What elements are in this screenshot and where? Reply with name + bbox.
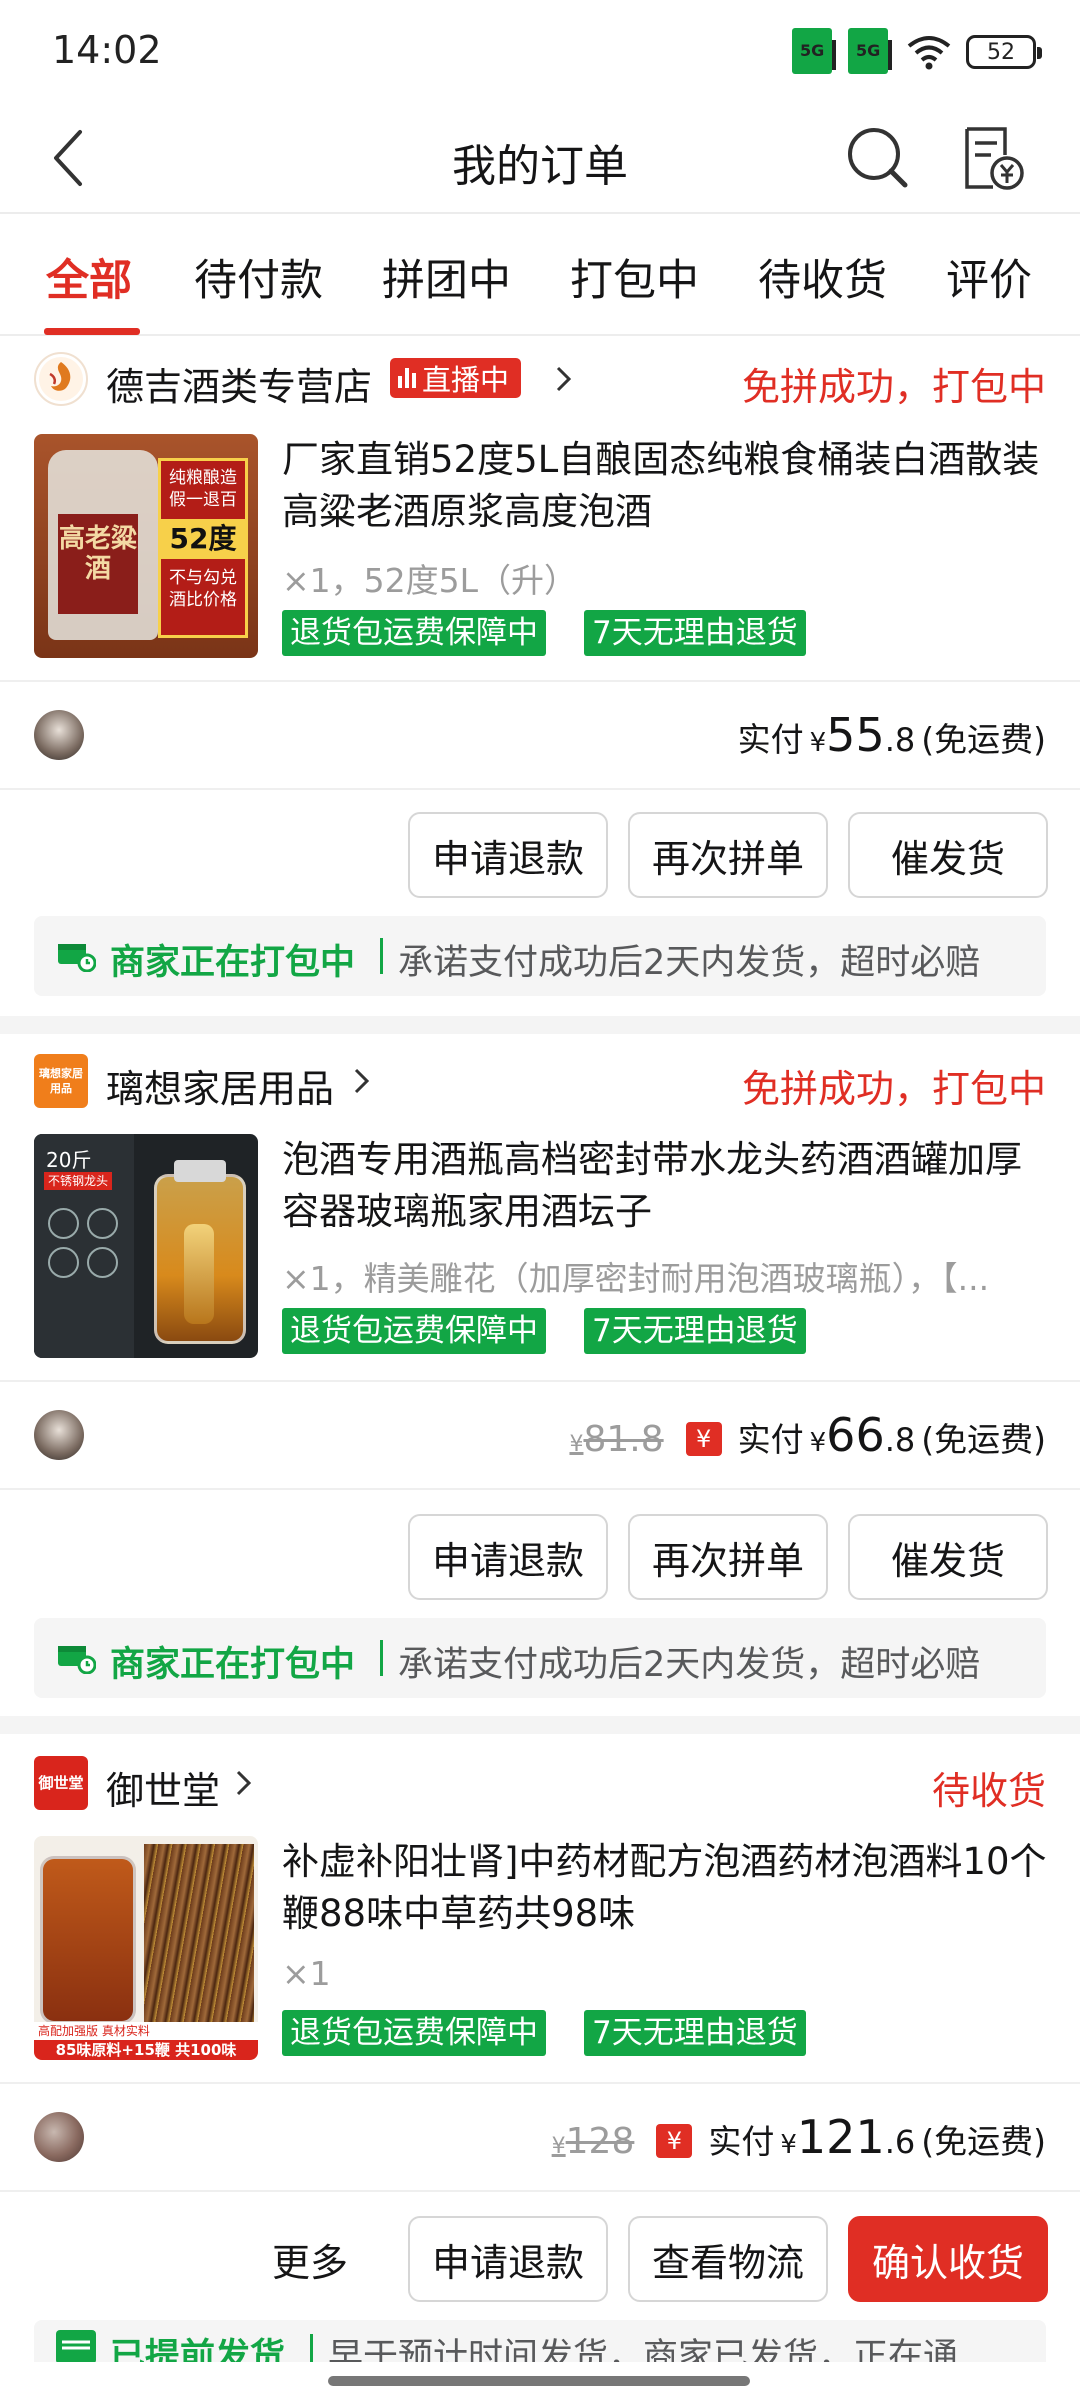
confirm-receipt-button[interactable]: 确认收货 <box>848 2216 1048 2302</box>
tab-review[interactable]: 评价 <box>946 246 1032 308</box>
urge-shipping-button[interactable]: 催发货 <box>848 812 1048 898</box>
active-tab-indicator <box>44 328 140 335</box>
paid-amount: ¥81.8 ¥ 实付 ¥ 66 .8 (免运费) <box>569 1408 1046 1462</box>
product-title[interactable]: 补虚补阳壮肾]中药材配方泡酒药材泡酒料10个鞭88味中草药共98味 <box>282 1836 1050 1940</box>
paid-amount: 实付 ¥ 55 .8 (免运费) <box>737 708 1046 762</box>
tab-pending-payment[interactable]: 待付款 <box>194 246 323 308</box>
seven-day-return-tag: 7天无理由退货 <box>584 2010 806 2056</box>
avatar <box>34 710 84 760</box>
avatar <box>34 1410 84 1460</box>
more-link[interactable]: 更多 <box>272 2232 348 2287</box>
product-image[interactable]: 20斤 不锈钢龙头 <box>34 1134 258 1358</box>
order-card: 璃想家居用品 璃想家居用品 免拼成功，打包中 20斤 不锈钢龙头 泡酒专用酒瓶高… <box>0 1040 1080 1720</box>
reorder-button[interactable]: 再次拼单 <box>628 1514 828 1600</box>
order-tabs: 全部 待付款 拼团中 打包中 待收货 评价 <box>0 216 1080 336</box>
original-price: ¥128 <box>551 2121 635 2162</box>
shop-logo: 御世堂 <box>34 1756 88 1810</box>
return-shipping-tag: 退货包运费保障中 <box>282 1308 546 1354</box>
shipping-notice[interactable]: 商家正在打包中 承诺支付成功后2天内发货，超时必赔 <box>34 1618 1046 1698</box>
product-spec: ×1，52度5L（升） <box>282 561 578 600</box>
shop-header[interactable]: 御世堂 御世堂 待收货 <box>0 1742 1080 1830</box>
seven-day-return-tag: 7天无理由退货 <box>584 1308 806 1354</box>
product-spec: ×1，精美雕花（加厚密封耐用泡酒玻璃瓶），【... <box>282 1259 990 1298</box>
bill-button[interactable] <box>952 118 1032 198</box>
shop-name: 御世堂 <box>106 1769 221 1813</box>
live-badge: 直播中 <box>390 358 522 398</box>
battery-icon: 52 <box>966 35 1042 69</box>
home-indicator[interactable] <box>328 2376 750 2386</box>
seven-day-return-tag: 7天无理由退货 <box>584 610 806 656</box>
tab-packing[interactable]: 打包中 <box>570 246 699 308</box>
search-button[interactable] <box>838 118 918 198</box>
truck-clock-icon <box>58 1646 96 1674</box>
chevron-right-icon <box>556 366 572 392</box>
tab-group-buying[interactable]: 拼团中 <box>382 246 511 308</box>
request-refund-button[interactable]: 申请退款 <box>408 812 608 898</box>
paid-amount: ¥128 ¥ 实付 ¥ 121 .6 (免运费) <box>551 2110 1046 2164</box>
truck-clock-icon <box>58 944 96 972</box>
shop-header[interactable]: 璃想家居用品 璃想家居用品 免拼成功，打包中 <box>0 1040 1080 1128</box>
order-status: 免拼成功，打包中 <box>741 365 1046 409</box>
product-spec: ×1 <box>282 1954 331 1993</box>
chevron-right-icon <box>354 1068 370 1094</box>
request-refund-button[interactable]: 申请退款 <box>408 1514 608 1600</box>
wifi-icon <box>907 36 951 70</box>
order-card: 御世堂 御世堂 待收货 高配加强版 真材实料 85味原料+15鞭 共100味 补… <box>0 1742 1080 2362</box>
payment-row: 实付 ¥ 55 .8 (免运费) <box>0 680 1080 790</box>
reorder-button[interactable]: 再次拼单 <box>628 812 828 898</box>
signal-icon: 5G <box>848 28 892 74</box>
request-refund-button[interactable]: 申请退款 <box>408 2216 608 2302</box>
page-title: 我的订单 <box>452 141 628 192</box>
status-time: 14:02 <box>52 28 162 72</box>
chevron-right-icon <box>236 1770 252 1796</box>
product-image[interactable]: 高配加强版 真材实料 85味原料+15鞭 共100味 <box>34 1836 258 2060</box>
original-price: ¥81.8 <box>569 1419 664 1460</box>
product-title[interactable]: 厂家直销52度5L自酿固态纯粮食桶装白酒散装高粱老酒原浆高度泡酒 <box>282 434 1050 538</box>
product-title[interactable]: 泡酒专用酒瓶高档密封带水龙头药酒酒罐加厚容器玻璃瓶家用酒坛子 <box>282 1134 1050 1238</box>
coupon-icon: ¥ <box>656 2124 693 2158</box>
status-icons: 5G 5G 52 <box>792 28 1042 74</box>
shop-header[interactable]: 德吉酒类专营店 直播中 免拼成功，打包中 <box>0 338 1080 426</box>
payment-row: ¥128 ¥ 实付 ¥ 121 .6 (免运费) <box>0 2082 1080 2192</box>
return-shipping-tag: 退货包运费保障中 <box>282 2010 546 2056</box>
nav-header: 我的订单 <box>0 100 1080 214</box>
order-status: 免拼成功，打包中 <box>741 1067 1046 1111</box>
status-bar: 14:02 5G 5G 52 <box>0 0 1080 100</box>
product-image[interactable]: 高老粱酒 纯粮酿造 假一退百 52度 不与勾兑 酒比价格 <box>34 434 258 658</box>
tab-all[interactable]: 全部 <box>46 246 132 308</box>
view-logistics-button[interactable]: 查看物流 <box>628 2216 828 2302</box>
shop-name: 德吉酒类专营店 <box>106 365 373 409</box>
urge-shipping-button[interactable]: 催发货 <box>848 1514 1048 1600</box>
avatar <box>34 2112 84 2162</box>
search-icon <box>848 128 908 188</box>
shipping-notice[interactable]: 商家正在打包中 承诺支付成功后2天内发货，超时必赔 <box>34 916 1046 996</box>
china-post-icon <box>56 2330 96 2362</box>
signal-icon: 5G <box>792 28 836 74</box>
card-separator <box>0 1016 1080 1034</box>
order-card: 德吉酒类专营店 直播中 免拼成功，打包中 高老粱酒 纯粮酿造 假一退百 52度 … <box>0 338 1080 1016</box>
live-icon <box>398 368 416 388</box>
payment-row: ¥81.8 ¥ 实付 ¥ 66 .8 (免运费) <box>0 1380 1080 1490</box>
order-status: 待收货 <box>931 1769 1046 1813</box>
coupon-icon: ¥ <box>685 1422 722 1456</box>
shop-logo: 璃想家居用品 <box>34 1054 88 1108</box>
tab-to-receive[interactable]: 待收货 <box>758 246 887 308</box>
card-separator <box>0 1716 1080 1734</box>
shop-logo <box>34 352 88 406</box>
shop-name: 璃想家居用品 <box>106 1067 335 1111</box>
shipping-notice[interactable]: 已提前发货 早于预计时间发货，商家已发货，正在通 <box>34 2320 1046 2362</box>
return-shipping-tag: 退货包运费保障中 <box>282 610 546 656</box>
bill-yuan-icon <box>965 127 1024 190</box>
